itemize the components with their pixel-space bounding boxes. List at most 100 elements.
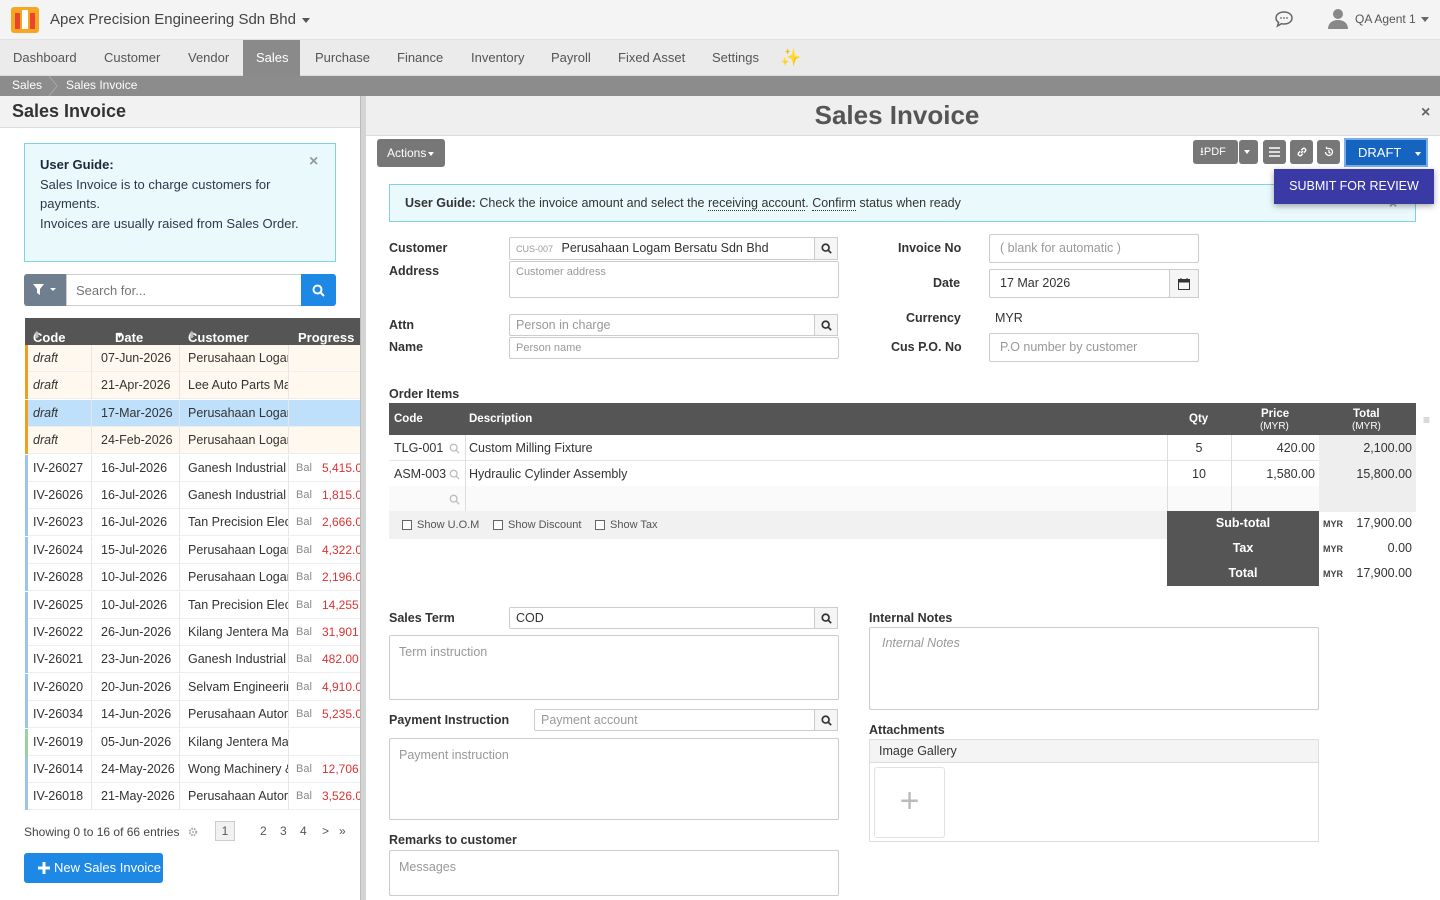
breadcrumb-sales-invoice[interactable]: Sales Invoice: [66, 78, 137, 92]
user-menu[interactable]: QA Agent 1: [1355, 12, 1429, 26]
table-row[interactable]: draft 07-Jun-2026 Perusahaan Logam Bersatu…: [25, 345, 360, 372]
status-dropdown-button[interactable]: DRAFT: [1344, 138, 1428, 167]
add-image-button[interactable]: +: [874, 767, 945, 838]
payment-account-field[interactable]: Payment account: [534, 709, 815, 731]
table-row[interactable]: draft 24-Feb-2026 Perusahaan Logam Bersatu…: [25, 427, 360, 455]
table-row[interactable]: IV-26024 15-Jul-2026 Perusahaan Logam Bers…: [25, 536, 360, 564]
menu-customer[interactable]: Customer: [91, 40, 173, 76]
table-row[interactable]: IV-26026 16-Jul-2026 Ganesh Industrial Sup…: [25, 482, 360, 509]
gear-icon[interactable]: [188, 827, 198, 837]
page-3[interactable]: 3: [280, 824, 287, 838]
menu-vendor[interactable]: Vendor: [175, 40, 242, 76]
page-2[interactable]: 2: [260, 824, 267, 838]
item-price[interactable]: 1,580.00: [1231, 467, 1315, 481]
column-divider: [288, 345, 289, 372]
item-code[interactable]: TLG-001: [394, 441, 443, 455]
menu-finance[interactable]: Finance: [384, 40, 456, 76]
show-discount-option[interactable]: Show Discount: [493, 519, 581, 531]
show-uom-option[interactable]: Show U.O.M: [402, 519, 479, 531]
next-page-button[interactable]: >: [322, 824, 329, 838]
new-order-item-row[interactable]: [389, 486, 1416, 512]
sparkle-icon[interactable]: ✨: [767, 40, 814, 76]
column-menu-icon[interactable]: ≡: [1423, 413, 1430, 427]
show-tax-option[interactable]: Show Tax: [595, 519, 658, 531]
menu-payroll[interactable]: Payroll: [538, 40, 604, 76]
table-row[interactable]: IV-26022 26-Jun-2026 Kilang Jentera Maju Ba…: [25, 619, 360, 646]
item-description[interactable]: Hydraulic Cylinder Assembly: [469, 467, 627, 481]
table-row[interactable]: IV-26014 24-May-2026 Wong Machinery & Tool…: [25, 756, 360, 783]
page-4[interactable]: 4: [300, 824, 307, 838]
last-page-button[interactable]: »: [339, 824, 346, 838]
close-panel-icon[interactable]: ×: [1421, 104, 1430, 122]
page-1[interactable]: 1: [215, 821, 235, 841]
confirm-link[interactable]: Confirm: [812, 196, 856, 211]
invoice-no-field[interactable]: ( blank for automatic ): [989, 234, 1199, 263]
payment-instruction-textarea[interactable]: Payment instruction: [389, 738, 839, 820]
row-customer: Perusahaan Logam Bersatu Sdn Bhd: [188, 351, 288, 365]
link-button[interactable]: [1290, 140, 1313, 164]
user-avatar-icon[interactable]: [1327, 7, 1349, 32]
menu-settings[interactable]: Settings: [699, 40, 772, 76]
close-guide-icon[interactable]: ×: [309, 153, 318, 171]
sales-term-search-button[interactable]: [814, 607, 838, 629]
sales-term-label: Sales Term: [389, 611, 455, 625]
menu-inventory[interactable]: Inventory: [458, 40, 537, 76]
submit-for-review-option[interactable]: SUBMIT FOR REVIEW: [1274, 169, 1434, 204]
list-view-button[interactable]: [1263, 140, 1286, 164]
new-sales-invoice-button[interactable]: New Sales Invoice: [24, 853, 163, 883]
item-code[interactable]: ASM-003: [394, 467, 446, 481]
table-row[interactable]: IV-26023 16-Jul-2026 Tan Precision Electro…: [25, 509, 360, 537]
pdf-dropdown-button[interactable]: [1239, 140, 1258, 164]
person-name-field[interactable]: Person name: [509, 337, 839, 359]
search-icon[interactable]: [449, 494, 460, 505]
item-price[interactable]: 420.00: [1231, 441, 1315, 455]
po-number-field[interactable]: P.O number by customer: [989, 333, 1199, 362]
company-switcher[interactable]: Apex Precision Engineering Sdn Bhd: [50, 11, 310, 28]
menu-purchase[interactable]: Purchase: [302, 40, 383, 76]
date-field[interactable]: 17 Mar 2026: [989, 269, 1170, 298]
table-row[interactable]: draft 21-Apr-2026 Lee Auto Parts Manufactu…: [25, 372, 360, 400]
customer-search-button[interactable]: [814, 237, 838, 260]
sales-term-field[interactable]: COD: [509, 607, 815, 629]
attn-field[interactable]: Person in charge: [509, 314, 815, 336]
table-row[interactable]: IV-26028 10-Jul-2026 Perusahaan Logam Bers…: [25, 564, 360, 592]
breadcrumb-sales[interactable]: Sales: [12, 78, 42, 92]
table-row[interactable]: IV-26027 16-Jul-2026 Ganesh Industrial Sup…: [25, 454, 360, 482]
menu-fixed-asset[interactable]: Fixed Asset: [605, 40, 698, 76]
internal-notes-textarea[interactable]: Internal Notes: [869, 627, 1319, 710]
order-item-row[interactable]: TLG-001 Custom Milling Fixture 5 420.00 2,10…: [389, 435, 1416, 461]
panel-splitter[interactable]: [360, 96, 366, 900]
order-item-row[interactable]: ASM-003 Hydraulic Cylinder Assembly 10 1,58…: [389, 460, 1416, 487]
actions-button[interactable]: Actions: [377, 139, 445, 167]
chat-icon[interactable]: [1274, 10, 1294, 31]
payment-account-search-button[interactable]: [814, 709, 838, 731]
history-button[interactable]: [1317, 140, 1340, 164]
item-qty[interactable]: 5: [1167, 441, 1231, 455]
date-picker-button[interactable]: [1169, 269, 1199, 298]
menu-dashboard[interactable]: Dashboard: [0, 40, 90, 76]
table-row[interactable]: IV-26021 23-Jun-2026 Ganesh Industrial Sup…: [25, 646, 360, 674]
filter-button[interactable]: [24, 274, 66, 306]
table-row[interactable]: IV-26019 05-Jun-2026 Kilang Jentera Maju: [25, 728, 360, 756]
table-row[interactable]: IV-26034 14-Jun-2026 Perusahaan Automasi J…: [25, 701, 360, 729]
table-row[interactable]: IV-26025 10-Jul-2026 Tan Precision Electro…: [25, 591, 360, 619]
pdf-button[interactable]: ⭳PDF: [1193, 140, 1238, 164]
table-row[interactable]: IV-26020 20-Jun-2026 Selvam Engineering Wo…: [25, 673, 360, 701]
search-icon[interactable]: [449, 443, 460, 454]
customer-field[interactable]: CUS-007 Perusahaan Logam Bersatu Sdn Bhd: [509, 237, 815, 260]
menu-sales[interactable]: Sales: [243, 40, 300, 76]
app-logo[interactable]: [11, 7, 39, 33]
search-icon[interactable]: [449, 469, 460, 480]
address-textarea[interactable]: Customer address: [509, 261, 839, 298]
table-row[interactable]: draft 17-Mar-2026 Perusahaan Logam Bersatu…: [25, 399, 360, 427]
search-button[interactable]: [301, 274, 336, 306]
table-row[interactable]: IV-26018 21-May-2026 Perusahaan Automasi J…: [25, 783, 360, 811]
term-instruction-textarea[interactable]: Term instruction: [389, 635, 839, 700]
item-qty[interactable]: 10: [1167, 467, 1231, 481]
item-description[interactable]: Custom Milling Fixture: [469, 441, 593, 455]
search-input[interactable]: [66, 274, 302, 306]
row-customer: Perusahaan Logam Bersatu Sdn Bhd: [188, 405, 288, 420]
attn-search-button[interactable]: [814, 314, 838, 336]
receiving-account-link[interactable]: receiving account: [707, 196, 806, 211]
messages-textarea[interactable]: Messages: [389, 850, 839, 896]
